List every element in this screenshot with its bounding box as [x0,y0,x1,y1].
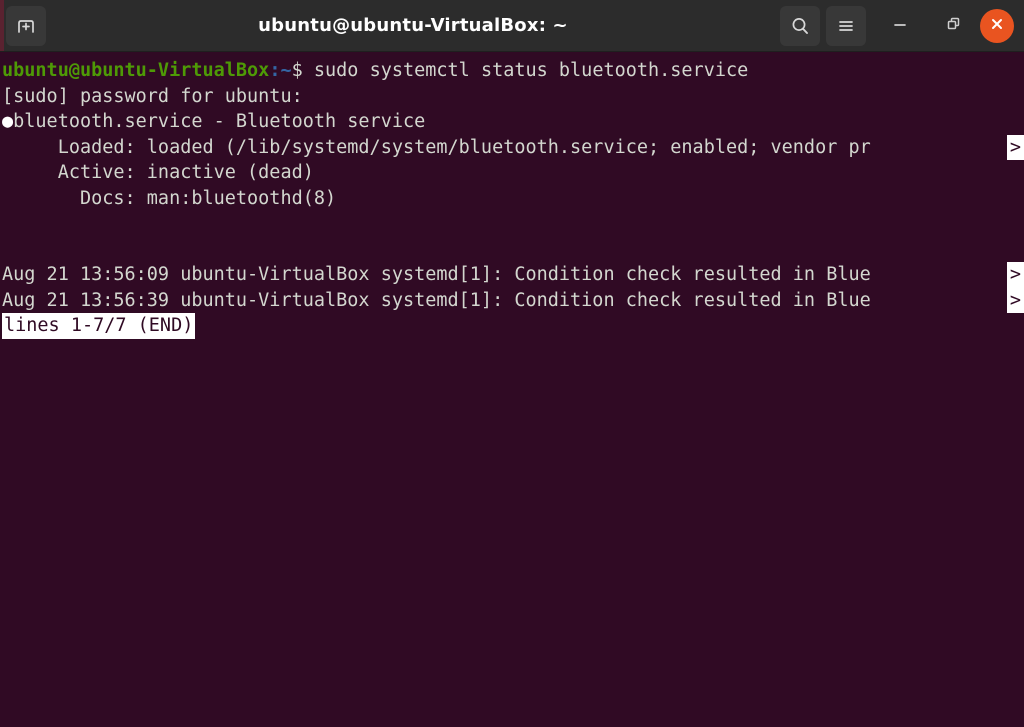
search-icon [789,15,811,37]
terminal-line-sudo-prompt: [sudo] password for ubuntu: [2,84,1024,110]
new-tab-button[interactable] [6,5,46,46]
loaded-text: Loaded: loaded (/lib/systemd/system/blue… [2,136,871,158]
minimize-icon [889,13,911,39]
window-title: ubuntu@ubuntu-VirtualBox: ~ [258,15,568,36]
maximize-button[interactable] [934,6,974,46]
close-icon [988,15,1006,37]
line-truncation-marker: > [1007,262,1024,288]
minimize-button[interactable] [880,6,920,46]
terminal-screen[interactable]: ubuntu@ubuntu-VirtualBox:~$ sudo systemc… [0,52,1024,727]
terminal-line-unit-header: ●bluetooth.service - Bluetooth service [2,109,1024,135]
menu-button[interactable] [826,5,866,46]
terminal-line-log-1: Aug 21 13:56:09 ubuntu-VirtualBox system… [2,262,1024,288]
terminal-line-pager-status: lines 1-7/7 (END) [2,313,1024,339]
docs-text: Docs: man:bluetoothd(8) [2,187,337,209]
new-tab-icon [15,15,37,37]
log-entry-1-text: Aug 21 13:56:09 ubuntu-VirtualBox system… [2,264,871,285]
terminal-blank-line-2 [2,237,1024,263]
prompt-user-host: ubuntu@ubuntu-VirtualBox [2,60,270,81]
maximize-restore-icon [943,13,965,39]
terminal-line-prompt: ubuntu@ubuntu-VirtualBox:~$ sudo systemc… [2,58,1024,84]
prompt-command: sudo systemctl status bluetooth.service [313,60,749,81]
terminal-blank-line-1 [2,211,1024,237]
hamburger-menu-icon [835,15,857,37]
search-button[interactable] [780,5,820,46]
line-truncation-marker: > [1007,134,1024,160]
prompt-path: :~ [269,60,292,81]
line-truncation-marker: > [1007,287,1024,313]
pager-status-text: lines 1-7/7 (END) [2,313,196,339]
close-button[interactable] [980,8,1014,43]
terminal-line-log-2: Aug 21 13:56:39 ubuntu-VirtualBox system… [2,287,1024,313]
sudo-password-text: [sudo] password for ubuntu: [2,85,303,107]
terminal-line-loaded: Loaded: loaded (/lib/systemd/system/blue… [2,134,1024,160]
log-entry-2-text: Aug 21 13:56:39 ubuntu-VirtualBox system… [2,289,871,311]
prompt-sigil: $ [291,60,314,81]
titlebar: ubuntu@ubuntu-VirtualBox: ~ [0,0,1024,52]
terminal-line-active: Active: inactive (dead) [2,160,1024,186]
unit-status-bullet-icon: ● [2,111,14,132]
unit-header-text: bluetooth.service - Bluetooth service [13,111,426,132]
terminal-line-docs: Docs: man:bluetoothd(8) [2,186,1024,212]
active-text: Active: inactive (dead) [2,162,314,183]
terminal-window: ubuntu@ubuntu-VirtualBox: ~ ubuntu@ubunt… [0,0,1024,727]
